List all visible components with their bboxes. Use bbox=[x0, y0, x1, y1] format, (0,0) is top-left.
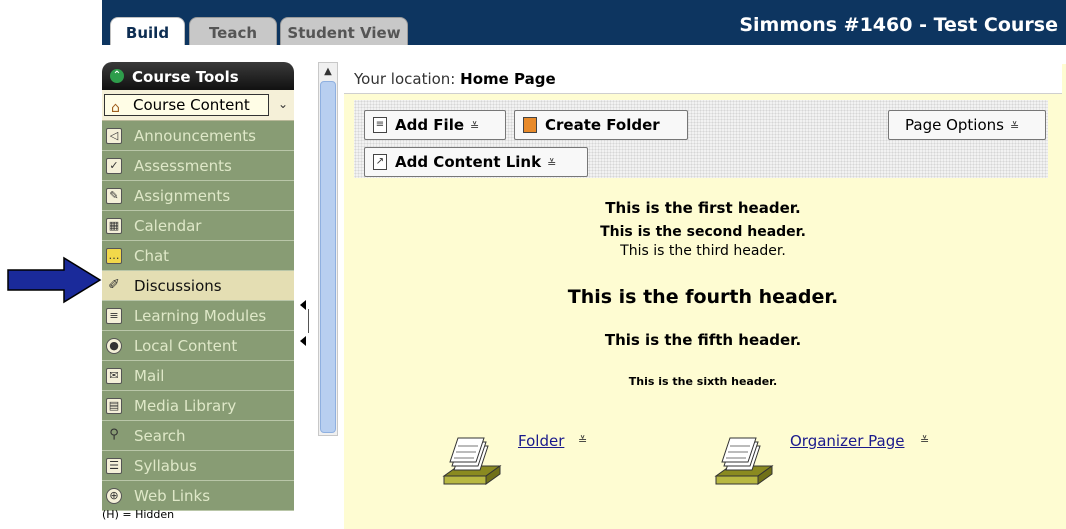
chevron-down-icon[interactable]: ⌄ bbox=[274, 94, 292, 116]
sidebar-item-label: Media Library bbox=[134, 397, 237, 415]
create-folder-label: Create Folder bbox=[545, 116, 660, 134]
sidebar-item-label: Discussions bbox=[134, 277, 222, 295]
scrollbar-thumb[interactable] bbox=[320, 81, 336, 433]
megaphone-icon: ◁ bbox=[106, 128, 122, 144]
main-content: Your location: Home Page ≡ Add File ≚ Cre… bbox=[344, 64, 1066, 529]
sidebar-item-media-library[interactable]: ▤ Media Library bbox=[102, 391, 294, 421]
blue-pointer-arrow bbox=[0, 256, 102, 304]
location-prefix: Your location: bbox=[354, 70, 456, 88]
sidebar-item-chat[interactable]: … Chat bbox=[102, 241, 294, 271]
sidebar-item-discussions[interactable]: ✐ Discussions bbox=[102, 271, 294, 301]
folder-item: Folder ≚ bbox=[438, 432, 598, 492]
header-6: This is the sixth header. bbox=[628, 375, 778, 388]
sidebar-item-label: Local Content bbox=[134, 337, 238, 355]
page-options-button[interactable]: Page Options ≚ bbox=[888, 110, 1046, 140]
content-toolbar: ≡ Add File ≚ Create Folder Page Options ≚ … bbox=[354, 100, 1048, 178]
organizer-stack-icon[interactable] bbox=[712, 436, 776, 490]
header-2: This is the second header. bbox=[600, 224, 806, 240]
header-3: This is the third header. bbox=[620, 243, 786, 259]
course-content-label: Course Content bbox=[133, 96, 250, 114]
create-folder-button[interactable]: Create Folder bbox=[514, 110, 688, 140]
sidebar-item-learning-modules[interactable]: ≡ Learning Modules bbox=[102, 301, 294, 331]
course-content-row: ⌂ Course Content ⌄ bbox=[102, 90, 294, 121]
sidebar-item-local-content[interactable]: ● Local Content bbox=[102, 331, 294, 361]
sidebar-item-label: Assignments bbox=[134, 187, 231, 205]
sidebar-item-web-links[interactable]: ⊕ Web Links bbox=[102, 481, 294, 511]
calendar-icon: ▦ bbox=[106, 218, 122, 234]
disc-icon: ● bbox=[106, 338, 122, 354]
home-icon: ⌂ bbox=[111, 100, 120, 116]
scroll-up-arrow-icon[interactable]: ▲ bbox=[320, 64, 336, 80]
hidden-legend: (H) = Hidden bbox=[102, 508, 175, 521]
sidebar-item-search[interactable]: ⚲ Search bbox=[102, 421, 294, 451]
header-4: This is the fourth header. bbox=[567, 286, 839, 308]
course-tools-title: Course Tools bbox=[132, 68, 239, 86]
add-content-link-label: Add Content Link bbox=[395, 153, 542, 171]
sidebar-item-label: Learning Modules bbox=[134, 307, 267, 325]
assessment-icon: ✓ bbox=[106, 158, 122, 174]
dropdown-arrow-icon[interactable]: ≚ bbox=[920, 434, 929, 447]
sidebar-scrollbar[interactable]: ▲ bbox=[318, 62, 338, 436]
course-tools-menu: ◁ Announcements ✓ Assessments ✎ Assignments… bbox=[102, 121, 294, 511]
media-icon: ▤ bbox=[106, 398, 122, 414]
sidebar-item-calendar[interactable]: ▦ Calendar bbox=[102, 211, 294, 241]
sidebar-item-label: Announcements bbox=[134, 127, 256, 145]
dropdown-arrow-icon: ≚ bbox=[470, 120, 480, 133]
sidebar-item-label: Search bbox=[134, 427, 186, 445]
location-page: Home Page bbox=[460, 70, 556, 88]
document-icon: ≡ bbox=[106, 308, 122, 324]
breadcrumb: Your location: Home Page bbox=[344, 64, 1062, 94]
tab-student-view[interactable]: Student View bbox=[280, 17, 408, 45]
add-file-label: Add File bbox=[395, 116, 465, 134]
tab-teach[interactable]: Teach bbox=[189, 17, 277, 45]
sidebar-item-label: Mail bbox=[134, 367, 165, 385]
header-1: This is the first header. bbox=[605, 199, 801, 217]
sidebar-item-syllabus[interactable]: ☰ Syllabus bbox=[102, 451, 294, 481]
pushpin-icon: ✐ bbox=[108, 277, 120, 293]
course-tools-header[interactable]: ⌃ Course Tools bbox=[102, 62, 294, 90]
sidebar-item-assessments[interactable]: ✓ Assessments bbox=[102, 151, 294, 181]
syllabus-icon: ☰ bbox=[106, 458, 122, 474]
collapse-circle-icon[interactable]: ⌃ bbox=[110, 69, 124, 83]
folder-stack-icon[interactable] bbox=[440, 436, 504, 490]
course-title: Simmons #1460 - Test Course bbox=[739, 14, 1058, 36]
splitter-grip bbox=[308, 309, 309, 333]
sidebar-item-assignments[interactable]: ✎ Assignments bbox=[102, 181, 294, 211]
add-content-link-button[interactable]: ↗ Add Content Link ≚ bbox=[364, 147, 588, 177]
sidebar-item-announcements[interactable]: ◁ Announcements bbox=[102, 121, 294, 151]
dropdown-arrow-icon: ≚ bbox=[547, 157, 557, 170]
sidebar-item-label: Syllabus bbox=[134, 457, 197, 475]
sidebar-item-label: Chat bbox=[134, 247, 170, 265]
collapse-left-arrow-icon[interactable] bbox=[300, 300, 306, 310]
sidebar-item-mail[interactable]: ✉ Mail bbox=[102, 361, 294, 391]
add-file-button[interactable]: ≡ Add File ≚ bbox=[364, 110, 506, 140]
tab-build[interactable]: Build bbox=[110, 17, 185, 45]
header-5: This is the fifth header. bbox=[604, 331, 802, 349]
chat-bubble-icon: … bbox=[106, 248, 122, 264]
file-icon: ≡ bbox=[373, 117, 387, 133]
course-content-button[interactable]: ⌂ Course Content bbox=[104, 94, 269, 116]
page-options-label: Page Options bbox=[905, 116, 1004, 134]
sidebar-item-label: Web Links bbox=[134, 487, 211, 505]
envelope-icon: ✉ bbox=[106, 368, 122, 384]
organizer-page-item: Organizer Page ≚ bbox=[710, 432, 950, 492]
collapse-left-arrow-icon[interactable] bbox=[300, 336, 306, 346]
globe-icon: ⊕ bbox=[106, 488, 122, 504]
sidebar-item-label: Calendar bbox=[134, 217, 202, 235]
organizer-page-link[interactable]: Organizer Page bbox=[790, 432, 904, 450]
magnifier-icon: ⚲ bbox=[109, 427, 119, 442]
pencil-paper-icon: ✎ bbox=[106, 188, 122, 204]
dropdown-arrow-icon[interactable]: ≚ bbox=[578, 434, 587, 447]
link-icon: ↗ bbox=[373, 154, 387, 170]
panel-splitter[interactable] bbox=[300, 296, 314, 346]
dropdown-arrow-icon: ≚ bbox=[1009, 120, 1020, 133]
course-tools-panel: ⌃ Course Tools ⌂ Course Content ⌄ ◁ Annou… bbox=[102, 62, 294, 529]
sidebar-item-label: Assessments bbox=[134, 157, 232, 175]
folder-icon bbox=[523, 117, 537, 133]
folder-link[interactable]: Folder bbox=[518, 432, 564, 450]
